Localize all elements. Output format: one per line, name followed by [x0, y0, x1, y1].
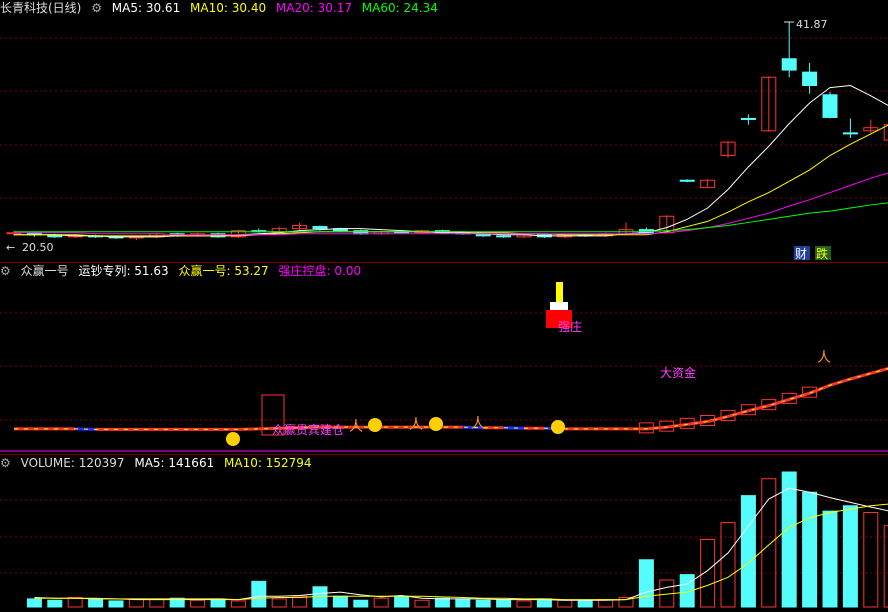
volume-ma5-line [34, 487, 888, 601]
ma10-line [14, 124, 888, 237]
volume-bar [842, 505, 858, 608]
volume-bar [67, 597, 83, 608]
signal-cap [550, 302, 568, 310]
candle-body [679, 179, 695, 182]
candle-body [740, 117, 756, 120]
person-icon: 人 [349, 419, 363, 435]
smiley-icon [429, 417, 443, 431]
volume-bar [26, 598, 42, 608]
volume-bar [149, 599, 165, 608]
ma5-line [14, 85, 888, 238]
volume-bar [190, 599, 206, 608]
person-icon: 人 [817, 350, 831, 366]
volume-bar [720, 522, 736, 608]
volume-bar [638, 559, 654, 608]
cai-label: 财 [795, 247, 807, 261]
volume-bar [516, 600, 532, 608]
volume-bar [394, 595, 410, 608]
volume-bar [761, 478, 777, 608]
volume-bar [496, 599, 512, 608]
volume-bar [210, 598, 226, 608]
volume-bar [455, 598, 471, 608]
ma20-line [14, 172, 888, 236]
die-label: 跌 [816, 246, 828, 261]
ma-lines [14, 85, 888, 238]
indicator: 人人人人 [0, 282, 888, 452]
volume-bar [781, 471, 797, 608]
candle-body [781, 58, 797, 71]
candle-body [802, 71, 818, 87]
candle-body [822, 94, 838, 118]
volume-bar [230, 600, 246, 608]
smiley-icon [368, 418, 382, 432]
volume-bar [475, 599, 491, 608]
candle-body [842, 132, 858, 135]
volume-bar [863, 512, 879, 608]
volume-bar [108, 600, 124, 608]
volume-bar [577, 599, 593, 608]
volume-bar [251, 580, 267, 608]
low-price-label: 20.50 [22, 241, 54, 254]
low-arrow-icon: ← [6, 241, 15, 254]
volume-bar [414, 599, 430, 608]
signal-bar [556, 282, 563, 304]
volume-bars [26, 21, 888, 608]
ma60-line [14, 202, 888, 233]
volume-bar [434, 597, 450, 608]
volume-bar [353, 599, 369, 608]
volume-ma10-line [34, 503, 888, 601]
person-icon: 人 [409, 417, 423, 433]
volume-bar [271, 598, 287, 608]
person-icon: 人 [471, 416, 485, 432]
smiley-icon [226, 432, 240, 446]
volume-bar [740, 495, 756, 608]
volume-bar [332, 595, 348, 608]
candle-body [312, 226, 328, 230]
volume-bar [88, 599, 104, 608]
volume-bar [802, 491, 818, 608]
chart-canvas[interactable]: 人人人人 41.87 20.50 ← 财 跌 强庄 众赢贵宾建仓 大资金 [0, 0, 888, 612]
volume-bar [822, 510, 838, 608]
candle-body [496, 235, 512, 238]
volume-bar [557, 599, 573, 608]
qiangzhuang-label: 强庄 [558, 319, 582, 334]
smiley-icon [551, 420, 565, 434]
dazijin-label: 大资金 [660, 365, 696, 380]
volume-bar [47, 599, 63, 608]
volume-bar [128, 598, 144, 608]
volume-bar [373, 597, 389, 608]
candles [6, 22, 888, 240]
jiancang-label: 众赢贵宾建仓 [272, 422, 344, 437]
volume-bar [883, 525, 888, 608]
high-price-label: 41.87 [796, 18, 828, 31]
